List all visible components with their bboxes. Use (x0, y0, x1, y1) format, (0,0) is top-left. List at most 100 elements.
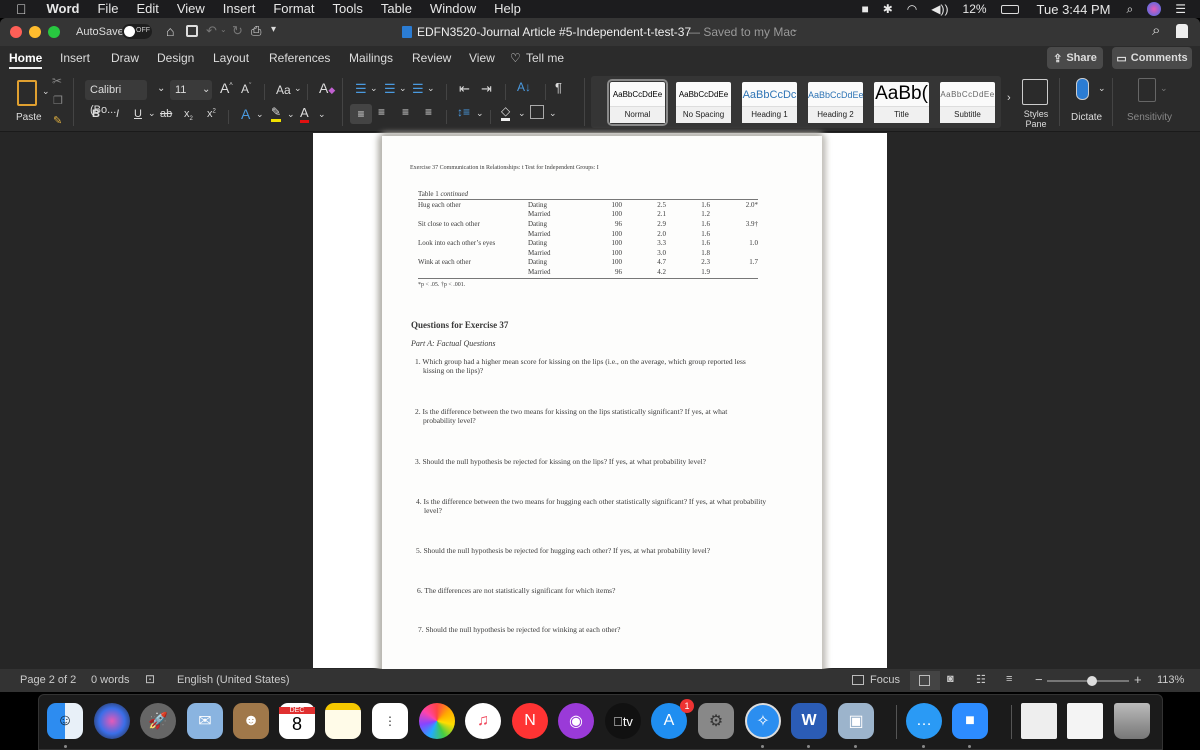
close-window-button[interactable] (10, 26, 22, 38)
copy-icon[interactable]: ❐ (53, 94, 63, 107)
font-color-chevron-icon[interactable]: ⌄ (318, 109, 326, 120)
document-canvas[interactable]: Exercise 37 Communication in Relationshi… (0, 133, 1200, 676)
minimized-window-2[interactable] (1067, 703, 1103, 739)
tab-mailings[interactable]: Mailings (349, 51, 393, 65)
menu-insert[interactable]: Insert (223, 0, 256, 18)
zoom-slider-knob[interactable] (1087, 676, 1098, 686)
justify-button[interactable]: ≡ (425, 105, 432, 119)
menu-format[interactable]: Format (273, 0, 314, 18)
zoom-out-button[interactable]: − (1035, 672, 1043, 687)
battery-icon[interactable] (1000, 4, 1019, 14)
undo-dropdown-icon[interactable]: ⌄ (220, 25, 227, 34)
messages-icon[interactable]: … (906, 703, 942, 739)
apple-tv-icon[interactable]: tv (605, 703, 641, 739)
shading-chevron-icon[interactable]: ⌄ (518, 108, 526, 119)
superscript-button[interactable]: x2 (207, 108, 216, 120)
apple-menu-icon[interactable]:  (16, 0, 27, 18)
finder-icon[interactable]: ☺ (47, 703, 83, 739)
bullets-chevron-icon[interactable]: ⌄ (370, 83, 378, 94)
font-size-dropdown[interactable]: 11 ⌄ (170, 80, 212, 100)
zoom-app-icon[interactable]: ■ (952, 703, 988, 739)
menu-app-word[interactable]: Word (47, 0, 80, 18)
print-icon[interactable]: ⎙ (251, 23, 261, 39)
styles-pane-label[interactable]: Styles Pane (1020, 109, 1052, 129)
save-icon[interactable] (186, 25, 198, 37)
tab-home[interactable]: Home (9, 51, 43, 69)
minimize-window-button[interactable] (29, 26, 41, 38)
search-document-icon[interactable]: ⌕ (1152, 22, 1160, 39)
tab-insert[interactable]: Insert (60, 51, 90, 65)
highlight-icon[interactable]: ✎ (271, 105, 282, 122)
subscript-button[interactable]: x2 (184, 108, 193, 122)
tab-layout[interactable]: Layout (213, 51, 249, 65)
save-status-chevron-icon[interactable]: ⌄ (791, 24, 799, 35)
share-people-icon[interactable] (1176, 24, 1188, 38)
comments-button[interactable]: ▭ Comments (1112, 47, 1192, 69)
increase-indent-icon[interactable]: ⇥ (481, 81, 492, 97)
outline-view-icon[interactable]: ☷ (976, 673, 986, 686)
web-layout-view-icon[interactable]: ◙ (947, 673, 954, 685)
home-icon[interactable]: ⌂ (166, 23, 174, 39)
menu-help[interactable]: Help (494, 0, 521, 18)
zoom-meeting-icon[interactable]: ■ (861, 2, 868, 16)
redo-icon[interactable]: ↻ (232, 23, 243, 39)
cut-icon[interactable]: ✂ (52, 74, 62, 88)
customize-toolbar-icon[interactable]: ▾ (271, 24, 276, 35)
preview-icon[interactable]: ▣ (838, 703, 874, 739)
font-color-icon[interactable]: A (300, 105, 309, 123)
calendar-icon[interactable]: DEC 8 (279, 703, 315, 739)
music-icon[interactable]: ♫ (465, 703, 501, 739)
siri-icon[interactable] (1147, 2, 1162, 16)
zoom-in-button[interactable]: + (1134, 672, 1142, 687)
numbering-icon[interactable]: ☰ (384, 81, 396, 97)
tell-me-search[interactable]: Tell me (526, 51, 564, 65)
safari-icon[interactable]: ✧ (745, 703, 781, 739)
word-count[interactable]: 0 words (91, 674, 130, 686)
wifi-icon[interactable]: ◠ (907, 2, 917, 16)
style-no-spacing[interactable]: AaBbCcDdEe No Spacing (676, 82, 731, 123)
tab-references[interactable]: References (269, 51, 330, 65)
style-normal[interactable]: AaBbCcDdEe Normal (607, 79, 668, 126)
decrease-indent-icon[interactable]: ⇤ (459, 81, 470, 97)
menu-view[interactable]: View (177, 0, 205, 18)
siri-app-icon[interactable] (94, 703, 130, 739)
styles-pane-icon[interactable] (1022, 79, 1048, 105)
multilevel-list-icon[interactable]: ☰ (412, 81, 424, 97)
change-case-chevron-icon[interactable]: ⌄ (294, 83, 302, 94)
text-effects-chevron-icon[interactable]: ⌄ (256, 109, 264, 120)
show-formatting-marks-icon[interactable]: ¶ (555, 80, 562, 95)
system-preferences-icon[interactable]: ⚙ (698, 703, 734, 739)
align-right-button[interactable]: ≡ (402, 105, 409, 119)
change-case-button[interactable]: Aa (276, 83, 291, 97)
line-spacing-icon[interactable]: ↕≡ (457, 105, 470, 119)
undo-icon[interactable]: ↶ (206, 23, 217, 39)
italic-button[interactable]: I (116, 108, 119, 120)
shrink-font-icon[interactable]: Aˇ (241, 82, 251, 96)
trash-icon[interactable] (1114, 703, 1150, 739)
bluetooth-icon[interactable]: ✱ (883, 2, 893, 16)
multilevel-chevron-icon[interactable]: ⌄ (427, 83, 435, 94)
align-center-button[interactable]: ≡ (378, 105, 385, 119)
focus-icon[interactable] (852, 675, 864, 685)
contacts-icon[interactable]: ☻ (233, 703, 269, 739)
tab-review[interactable]: Review (412, 51, 451, 65)
menu-tools[interactable]: Tools (332, 0, 362, 18)
reminders-icon[interactable]: ⋮ (372, 703, 408, 739)
podcasts-icon[interactable]: ◉ (558, 703, 594, 739)
page-count[interactable]: Page 2 of 2 (20, 674, 76, 686)
align-left-button[interactable]: ≡ (350, 104, 372, 124)
paste-dropdown-icon[interactable]: ⌄ (42, 86, 50, 97)
style-heading-1[interactable]: AaBbCcDc Heading 1 (742, 82, 797, 123)
highlight-chevron-icon[interactable]: ⌄ (287, 109, 295, 120)
menu-file[interactable]: File (97, 0, 118, 18)
draft-view-icon[interactable]: ≡ (1006, 673, 1012, 685)
zoom-slider[interactable] (1047, 676, 1129, 686)
launchpad-icon[interactable]: 🚀 (140, 703, 176, 739)
zoom-window-button[interactable] (48, 26, 60, 38)
styles-more-chevron-icon[interactable]: › (1007, 92, 1011, 104)
style-subtitle[interactable]: AaBbCcDdEe Subtitle (940, 82, 995, 123)
font-name-chevron-icon[interactable]: ⌄ (157, 83, 165, 94)
borders-icon[interactable] (530, 105, 544, 119)
numbering-chevron-icon[interactable]: ⌄ (399, 83, 407, 94)
microphone-icon[interactable] (1076, 78, 1089, 100)
